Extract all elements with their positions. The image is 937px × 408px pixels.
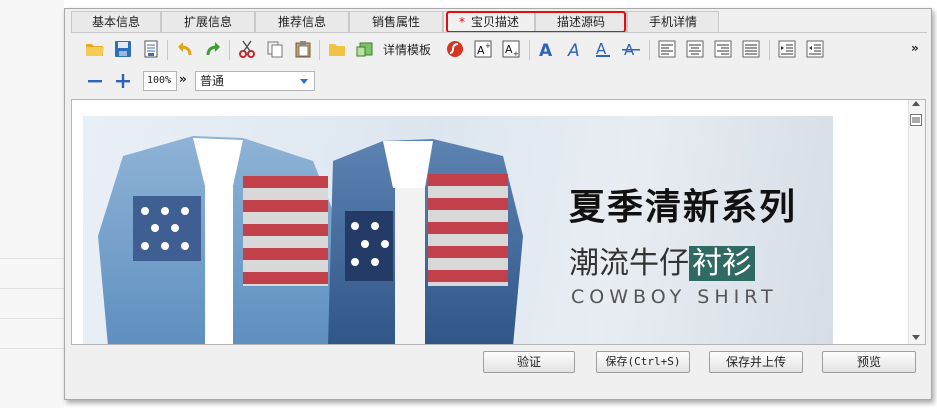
open-folder-icon[interactable]	[85, 39, 105, 59]
undo-icon[interactable]	[175, 39, 195, 59]
action-bar: 验证 保存(Ctrl+S) 保存并上传 预览	[71, 349, 927, 379]
required-marker: *	[458, 15, 465, 29]
save-as-icon[interactable]	[141, 39, 161, 59]
scroll-up-icon[interactable]	[912, 101, 920, 106]
paragraph-format-select[interactable]: 普通	[195, 71, 315, 91]
banner-subtitle: 潮流牛仔 衬衫	[569, 238, 755, 282]
justify-icon[interactable]	[741, 39, 761, 59]
tab-bar: 基本信息 扩展信息 推荐信息 销售属性 * 宝贝描述 描述源码 手机详情	[71, 11, 931, 33]
svg-text:A: A	[539, 41, 553, 58]
folder-icon[interactable]	[327, 39, 347, 59]
svg-text:A: A	[477, 44, 485, 57]
scroll-down-icon[interactable]	[912, 335, 920, 340]
save-disk-icon[interactable]	[113, 39, 133, 59]
svg-text:A: A	[567, 41, 580, 58]
detail-template-button[interactable]: 详情模板	[383, 41, 431, 58]
description-editor-window: 基本信息 扩展信息 推荐信息 销售属性 * 宝贝描述 描述源码 手机详情 详情模…	[64, 8, 932, 400]
verify-button[interactable]: 验证	[483, 351, 575, 373]
paragraph-format-value: 普通	[200, 74, 225, 88]
paste-icon[interactable]	[293, 39, 313, 59]
redo-icon[interactable]	[203, 39, 223, 59]
cut-icon[interactable]	[237, 39, 257, 59]
editor-toolbar: 详情模板 A + A + A A A A »	[71, 36, 927, 64]
zoom-level-field[interactable]: 100%	[143, 71, 177, 91]
list-icon[interactable]	[910, 114, 922, 126]
outdent-icon[interactable]	[805, 39, 825, 59]
rich-text-editor[interactable]: 夏季清新系列 潮流牛仔 衬衫 COWBOY SHIRT	[71, 99, 926, 345]
chevron-down-icon	[300, 79, 308, 84]
save-and-upload-button[interactable]: 保存并上传	[709, 351, 803, 373]
banner-subtitle-text: 潮流牛仔	[569, 246, 689, 281]
product-banner-image: 夏季清新系列 潮流牛仔 衬衫 COWBOY SHIRT	[83, 116, 833, 344]
banner-title: 夏季清新系列	[569, 187, 798, 228]
zoom-out-icon[interactable]	[85, 71, 105, 91]
insert-image-icon[interactable]	[355, 39, 375, 59]
align-center-icon[interactable]	[685, 39, 705, 59]
more-tools-button[interactable]: »	[911, 41, 919, 55]
tab-recommend-info[interactable]: 推荐信息	[255, 11, 349, 32]
underline-icon[interactable]: A	[593, 39, 613, 59]
format-toolbar: 100% » 普通	[71, 67, 927, 95]
tab-extended-info[interactable]: 扩展信息	[161, 11, 255, 32]
svg-text:+: +	[485, 42, 491, 50]
align-left-icon[interactable]	[657, 39, 677, 59]
strikethrough-icon[interactable]: A	[621, 39, 641, 59]
svg-text:+: +	[513, 50, 519, 58]
copy-icon[interactable]	[265, 39, 285, 59]
banner-subtitle-highlight: 衬衫	[689, 246, 755, 281]
editor-scrollbar[interactable]	[908, 100, 925, 344]
tab-mobile-details[interactable]: 手机详情	[627, 11, 719, 32]
tab-divider	[71, 32, 927, 33]
flash-icon[interactable]	[445, 39, 465, 59]
tab-basic-info[interactable]: 基本信息	[71, 11, 161, 32]
tab-item-description[interactable]: * 宝贝描述	[443, 11, 535, 32]
bold-icon[interactable]: A	[537, 39, 557, 59]
align-right-icon[interactable]	[713, 39, 733, 59]
italic-icon[interactable]: A	[565, 39, 585, 59]
svg-text:A: A	[505, 43, 513, 56]
left-gutter	[0, 0, 64, 408]
indent-icon[interactable]	[777, 39, 797, 59]
zoom-more-button[interactable]: »	[179, 72, 187, 86]
zoom-in-icon[interactable]	[113, 71, 133, 91]
tab-sales-attributes[interactable]: 销售属性	[349, 11, 443, 32]
save-button[interactable]: 保存(Ctrl+S)	[596, 351, 690, 373]
banner-english-text: COWBOY SHIRT	[571, 286, 778, 308]
superscript-icon[interactable]: A +	[473, 39, 493, 59]
preview-button[interactable]: 预览	[822, 351, 916, 373]
subscript-icon[interactable]: A +	[501, 39, 521, 59]
tab-description-source[interactable]: 描述源码	[535, 11, 627, 32]
